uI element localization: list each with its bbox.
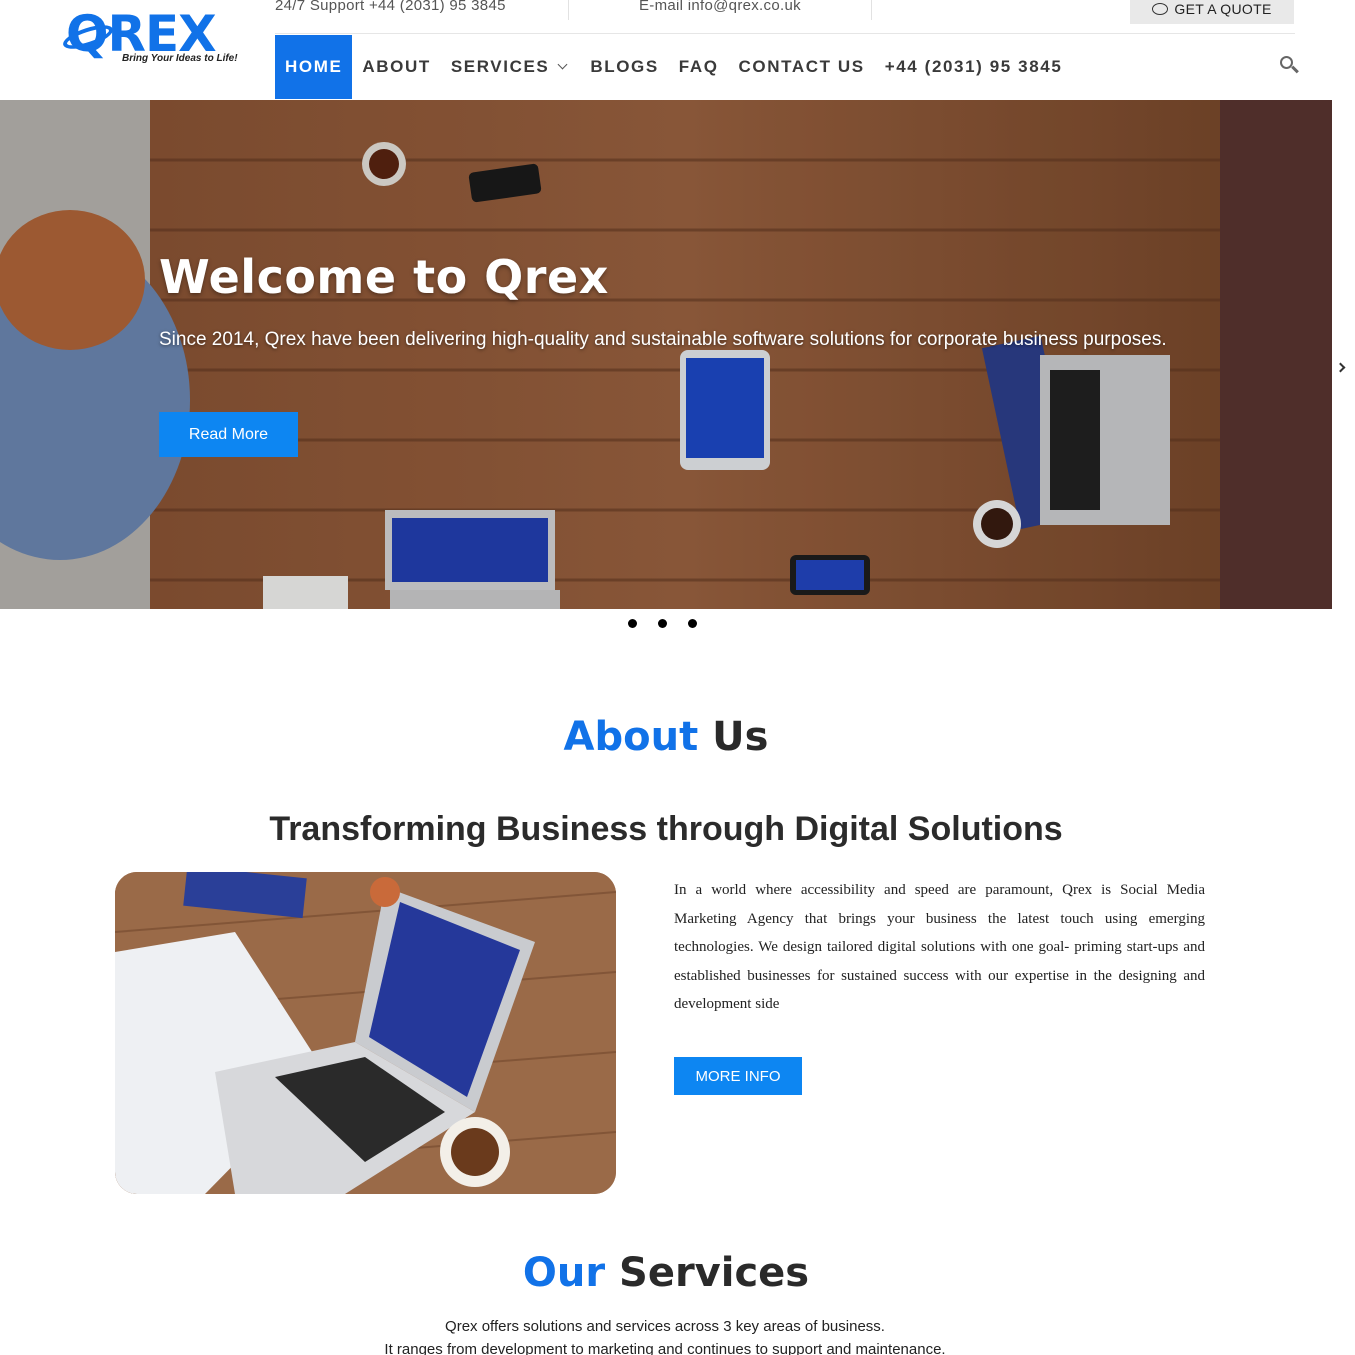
laptop-photo xyxy=(115,872,616,1194)
support-email[interactable]: E-mail info@qrex.co.uk xyxy=(639,0,801,14)
nav-item-services[interactable]: SERVICES xyxy=(441,35,576,99)
hero-text: Since 2014, Qrex have been delivering hi… xyxy=(159,329,1167,350)
chat-bubble-icon xyxy=(1152,3,1169,15)
nav-label: BLOGS xyxy=(590,57,659,76)
top-bar: 24/7 Support +44 (2031) 95 3845 E-mail i… xyxy=(275,0,1295,34)
top-divider xyxy=(871,0,872,20)
hero-title: Welcome to Qrex xyxy=(159,250,609,304)
site-header: QREX Bring Your Ideas to Life! 24/7 Supp… xyxy=(0,0,1355,100)
services-intro: Qrex offers solutions and services acros… xyxy=(0,1315,1330,1355)
more-info-button[interactable]: MORE INFO xyxy=(674,1057,802,1095)
slider-dot[interactable] xyxy=(628,619,637,628)
nav-item-blogs[interactable]: BLOGS xyxy=(580,35,668,99)
services-intro-line: It ranges from development to marketing … xyxy=(384,1341,946,1355)
nav-label: +44 (2031) 95 3845 xyxy=(884,57,1063,76)
nav-item-faq[interactable]: FAQ xyxy=(669,35,729,99)
about-section-title: About Us xyxy=(0,714,1332,760)
search-icon[interactable] xyxy=(1280,56,1300,76)
chevron-right-icon[interactable] xyxy=(1335,362,1346,373)
nav-item-contact-us[interactable]: CONTACT US xyxy=(729,35,875,99)
support-phone: 24/7 Support +44 (2031) 95 3845 xyxy=(275,0,506,14)
top-divider xyxy=(568,0,569,20)
services-title-accent: Our xyxy=(522,1250,606,1296)
hero-slider: Welcome to Qrex Since 2014, Qrex have be… xyxy=(0,100,1332,609)
nav-label: SERVICES xyxy=(450,57,550,76)
read-more-button[interactable]: Read More xyxy=(159,412,298,457)
nav-label: ABOUT xyxy=(362,57,431,76)
chevron-down-icon xyxy=(557,59,568,70)
about-title-accent: About xyxy=(563,714,699,760)
about-paragraph: In a world where accessibility and speed… xyxy=(674,882,1205,1013)
main-nav: HOME ABOUT SERVICES BLOGS FAQ CONTACT US… xyxy=(275,35,1072,99)
slider-dots xyxy=(628,619,697,628)
get-a-quote-label: GET A QUOTE xyxy=(1174,1,1272,17)
logo-tagline: Bring Your Ideas to Life! xyxy=(122,53,238,64)
nav-label: FAQ xyxy=(678,57,719,76)
nav-item-about[interactable]: ABOUT xyxy=(352,35,440,99)
get-a-quote-button[interactable]: GET A QUOTE xyxy=(1130,0,1294,24)
slider-dot[interactable] xyxy=(658,619,667,628)
services-intro-line: Qrex offers solutions and services acros… xyxy=(445,1318,885,1335)
about-image xyxy=(115,872,616,1194)
services-section-title: Our Services xyxy=(0,1250,1332,1296)
nav-label: HOME xyxy=(285,57,343,76)
services-title-rest: Services xyxy=(605,1250,810,1296)
logo[interactable]: QREX Bring Your Ideas to Life! xyxy=(60,5,246,68)
slider-dot[interactable] xyxy=(688,619,697,628)
nav-item-home[interactable]: HOME xyxy=(275,35,353,99)
about-title-rest: Us xyxy=(698,714,769,760)
about-subtitle: Transforming Business through Digital So… xyxy=(269,810,1063,848)
nav-label: CONTACT US xyxy=(738,57,865,76)
nav-item-phone[interactable]: +44 (2031) 95 3845 xyxy=(875,35,1073,99)
